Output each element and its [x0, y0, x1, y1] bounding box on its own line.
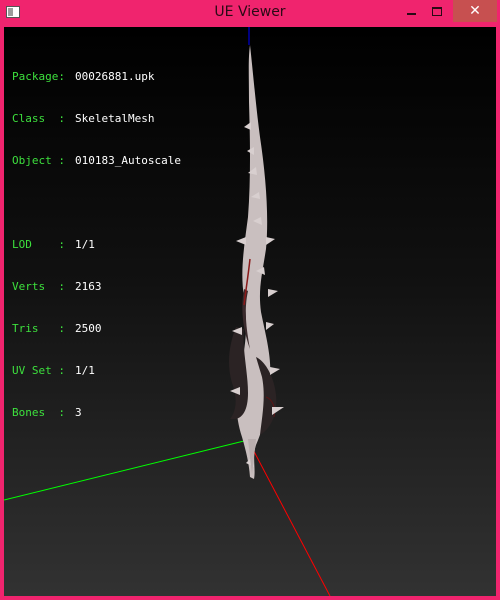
skeletal-mesh — [229, 45, 284, 479]
info-label: UV Set : — [12, 364, 65, 377]
info-value: 1/1 — [75, 364, 95, 377]
info-value: 2163 — [75, 280, 102, 293]
info-label: Object : — [12, 154, 65, 167]
title-bar[interactable]: UE Viewer ✕ — [0, 0, 500, 27]
window-title: UE Viewer — [214, 4, 286, 20]
minimize-button[interactable] — [400, 0, 422, 22]
info-label: Class : — [12, 112, 65, 125]
info-value: 3 — [75, 406, 82, 419]
maximize-icon — [432, 6, 442, 16]
info-row-object: Object : 010183_Autoscale — [12, 154, 181, 168]
info-value: 00026881.upk — [75, 70, 155, 83]
info-label: Verts : — [12, 280, 65, 293]
info-value: 2500 — [75, 322, 102, 335]
info-label: LOD : — [12, 238, 65, 251]
info-value: 010183_Autoscale — [75, 154, 181, 167]
x-axis-line — [247, 439, 331, 596]
3d-viewport[interactable]: Package: 00026881.upk Class : SkeletalMesh… — [4, 27, 496, 596]
app-window: UE Viewer ✕ Package: 00026881.upk Class … — [0, 0, 500, 600]
close-button[interactable]: ✕ — [453, 0, 497, 22]
info-spacer — [12, 196, 181, 210]
info-row-uv-set: UV Set : 1/1 — [12, 364, 181, 378]
info-row-lod: LOD : 1/1 — [12, 238, 181, 252]
info-row-tris: Tris : 2500 — [12, 322, 181, 336]
info-value: SkeletalMesh — [75, 112, 155, 125]
maximize-button[interactable] — [426, 0, 448, 22]
info-label: Tris : — [12, 322, 65, 335]
close-icon: ✕ — [469, 3, 481, 19]
info-row-bones: Bones : 3 — [12, 406, 181, 420]
y-axis-line — [4, 439, 249, 501]
info-row-package: Package: 00026881.upk — [12, 70, 181, 84]
info-row-verts: Verts : 2163 — [12, 280, 181, 294]
info-value: 1/1 — [75, 238, 95, 251]
info-row-class: Class : SkeletalMesh — [12, 112, 181, 126]
info-label: Bones : — [12, 406, 65, 419]
info-label: Package: — [12, 70, 65, 83]
minimize-icon — [406, 13, 416, 15]
mesh-info-overlay: Package: 00026881.upk Class : SkeletalMesh… — [12, 42, 181, 448]
